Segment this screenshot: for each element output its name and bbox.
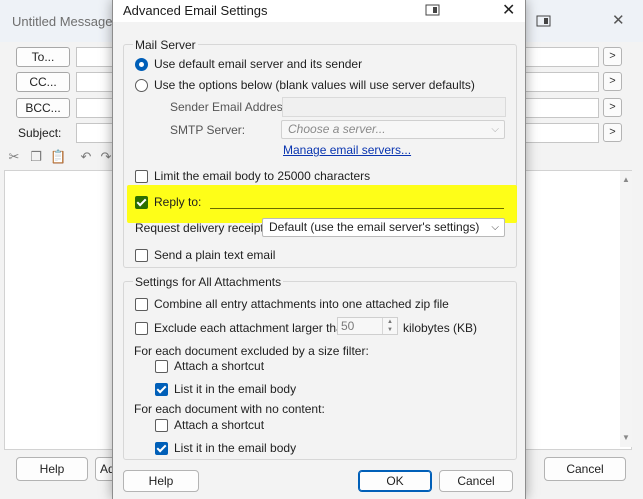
delivery-receipt-value: Default (use the email server's settings… (269, 220, 480, 234)
use-custom-options-label[interactable]: Use the options below (blank values will… (154, 78, 475, 92)
cancel-button[interactable]: Cancel (439, 470, 513, 492)
to-field-right[interactable] (525, 47, 599, 67)
dialog-close-icon[interactable]: ✕ (502, 0, 515, 20)
dialog-title: Advanced Email Settings (123, 3, 268, 18)
combine-zip-checkbox[interactable] (135, 298, 148, 311)
subject-field-right[interactable] (525, 123, 599, 143)
use-default-server-label[interactable]: Use default email server and its sender (154, 57, 362, 71)
delivery-receipt-dropdown[interactable]: Default (use the email server's settings… (262, 218, 505, 237)
background-close-icon[interactable]: ✕ (612, 11, 625, 29)
plain-text-label[interactable]: Send a plain text email (154, 248, 275, 262)
advanced-email-settings-dialog: Advanced Email Settings ✕ Mail Server Us… (112, 0, 526, 499)
cc-field[interactable] (76, 72, 114, 92)
smtp-server-label: SMTP Server: (170, 123, 246, 137)
exclude-larger-label[interactable]: Exclude each attachment larger than (154, 321, 349, 335)
ok-button[interactable]: OK (358, 470, 432, 492)
background-window-title: Untitled Message (12, 14, 113, 29)
reply-to-checkbox[interactable] (135, 196, 148, 209)
bcc-field[interactable] (76, 98, 114, 118)
sender-email-input[interactable] (282, 97, 506, 117)
nc-attach-shortcut-checkbox[interactable] (155, 419, 168, 432)
use-custom-options-radio[interactable] (135, 79, 148, 92)
manage-email-servers-link[interactable]: Manage email servers... (283, 143, 411, 157)
attachments-group-title: Settings for All Attachments (133, 275, 284, 289)
message-body-scrollbar[interactable]: ▲ ▼ (620, 171, 632, 447)
to-button[interactable]: To... (16, 47, 70, 67)
help-button[interactable]: Help (123, 470, 199, 492)
chevron-down-icon: ⌵ (491, 124, 499, 135)
bcc-button[interactable]: BCC... (16, 98, 70, 118)
chevron-down-icon: ⌵ (491, 222, 499, 233)
size-list-body-label[interactable]: List it in the email body (174, 382, 296, 396)
smtp-server-dropdown[interactable]: Choose a server... ⌵ (281, 120, 505, 139)
no-content-heading: For each document with no content: (134, 402, 325, 416)
exclude-larger-checkbox[interactable] (135, 322, 148, 335)
size-list-body-checkbox[interactable] (155, 383, 168, 396)
exclude-size-value: 50 (341, 319, 355, 333)
reply-to-label[interactable]: Reply to: (154, 195, 201, 209)
format-toolbar: ✂ ❐ 📋 ↶ ↷ (4, 146, 112, 168)
reply-to-input-underline (210, 208, 504, 209)
limit-body-label[interactable]: Limit the email body to 25000 characters (154, 169, 370, 183)
reply-to-input[interactable] (210, 192, 504, 208)
nc-list-body-label[interactable]: List it in the email body (174, 441, 296, 455)
subject-field[interactable] (76, 123, 114, 143)
delivery-receipt-label: Request delivery receipt: (135, 221, 268, 235)
to-field[interactable] (76, 47, 114, 67)
smtp-server-placeholder: Choose a server... (288, 122, 386, 136)
bcc-field-right[interactable] (525, 98, 599, 118)
snap-layout-icon[interactable] (536, 14, 552, 28)
nc-attach-shortcut-label[interactable]: Attach a shortcut (174, 418, 264, 432)
limit-body-checkbox[interactable] (135, 170, 148, 183)
use-default-server-radio[interactable] (135, 58, 148, 71)
mail-server-group-title: Mail Server (133, 38, 198, 52)
size-filter-heading: For each document excluded by a size fil… (134, 344, 369, 358)
scissors-icon[interactable]: ✂ (6, 149, 22, 165)
plain-text-checkbox[interactable] (135, 249, 148, 262)
scroll-up-arrow-icon[interactable]: ▲ (622, 175, 630, 184)
size-attach-shortcut-checkbox[interactable] (155, 360, 168, 373)
cc-expand-arrow[interactable]: > (603, 72, 622, 91)
bcc-expand-arrow[interactable]: > (603, 98, 622, 117)
combine-zip-label[interactable]: Combine all entry attachments into one a… (154, 297, 449, 311)
exclude-size-stepper[interactable]: 50 ▲ ▼ (337, 317, 398, 335)
background-cancel-button[interactable]: Cancel (544, 457, 626, 481)
stepper-arrows-icon[interactable]: ▲ ▼ (382, 318, 397, 334)
cc-field-right[interactable] (525, 72, 599, 92)
paste-icon[interactable]: 📋 (50, 149, 66, 165)
exclude-size-unit: kilobytes (KB) (403, 321, 478, 335)
background-help-button[interactable]: Help (16, 457, 88, 481)
subject-expand-arrow[interactable]: > (603, 123, 622, 142)
nc-list-body-checkbox[interactable] (155, 442, 168, 455)
size-attach-shortcut-label[interactable]: Attach a shortcut (174, 359, 264, 373)
subject-label: Subject: (18, 126, 62, 140)
dialog-snap-icon[interactable] (425, 3, 441, 17)
to-expand-arrow[interactable]: > (603, 47, 622, 66)
copy-icon[interactable]: ❐ (28, 149, 44, 165)
undo-icon[interactable]: ↶ (78, 149, 94, 165)
sender-email-label: Sender Email Address: (170, 100, 293, 114)
cc-button[interactable]: CC... (16, 72, 70, 92)
scroll-down-arrow-icon[interactable]: ▼ (622, 433, 630, 442)
